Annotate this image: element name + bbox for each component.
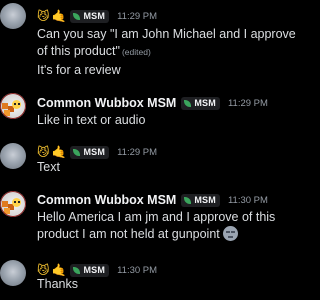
server-tag-label: MSM (194, 98, 216, 108)
message-text: Text (37, 160, 60, 174)
server-tag-label: MSM (83, 265, 106, 275)
chat-message: 😼 🤙 MSM 11:29 PM Can you say "I am John … (0, 0, 300, 82)
server-tag-badge[interactable]: MSM (181, 193, 220, 207)
username[interactable]: Common Wubbox MSM (37, 193, 176, 207)
cat-emoji-icon[interactable]: 😼 (37, 8, 50, 24)
message-timestamp[interactable]: 11:30 PM (117, 265, 157, 276)
server-tag-badge[interactable]: MSM (70, 263, 110, 277)
message-text: Thanks (37, 277, 78, 291)
message-header: 😼 🤙 MSM 11:29 PM (37, 144, 157, 160)
server-tag-badge[interactable]: MSM (70, 9, 110, 23)
call-me-hand-emoji-icon[interactable]: 🤙 (52, 144, 67, 160)
message-header: Common Wubbox MSM MSM 11:29 PM (37, 95, 268, 111)
message-text: Hello America I am jm and I approve of t… (37, 209, 300, 243)
user-avatar[interactable] (0, 3, 26, 29)
chat-message-list: 😼 🤙 MSM 11:29 PM Can you say "I am John … (0, 0, 300, 300)
cat-emoji-icon[interactable]: 😼 (37, 144, 50, 160)
chat-message: Common Wubbox MSM MSM 11:30 PM Hello Ame… (0, 186, 300, 250)
chat-message: Common Wubbox MSM MSM 11:29 PM Like in t… (0, 88, 300, 132)
leaf-icon (184, 99, 192, 107)
message-text-continuation: It's for a review (37, 63, 121, 77)
message-timestamp[interactable]: 11:29 PM (228, 98, 268, 109)
server-tag-badge[interactable]: MSM (181, 96, 220, 110)
server-tag-label: MSM (194, 195, 216, 205)
leaf-icon (73, 266, 81, 274)
server-tag-label: MSM (83, 11, 106, 21)
server-tag-label: MSM (83, 147, 106, 157)
edited-indicator: (edited) (121, 47, 151, 57)
message-header: Common Wubbox MSM MSM 11:30 PM (37, 192, 268, 208)
message-text: Like in text or audio (37, 113, 146, 127)
user-avatar[interactable] (0, 260, 26, 286)
user-avatar[interactable] (0, 143, 26, 169)
message-body: Can you say "I am John Michael and I app… (37, 27, 296, 58)
leaf-icon (73, 12, 81, 20)
wubbox-avatar[interactable] (0, 93, 26, 119)
message-body: Hello America I am jm and I approve of t… (37, 210, 276, 241)
leaf-icon (184, 196, 192, 204)
message-timestamp[interactable]: 11:30 PM (228, 195, 268, 206)
leaf-icon (73, 148, 81, 156)
wubbox-avatar[interactable] (0, 191, 26, 217)
server-tag-badge[interactable]: MSM (70, 145, 110, 159)
message-text: Can you say "I am John Michael and I app… (37, 26, 300, 61)
call-me-hand-emoji-icon[interactable]: 🤙 (52, 8, 67, 24)
message-timestamp[interactable]: 11:29 PM (117, 147, 157, 158)
message-timestamp[interactable]: 11:29 PM (117, 11, 157, 22)
chat-message: 😼 🤙 MSM 11:29 PM Text (0, 138, 300, 182)
chat-message: 😼 🤙 MSM 11:30 PM Thanks (0, 256, 300, 300)
username[interactable]: Common Wubbox MSM (37, 96, 176, 110)
neutral-face-emoji-icon[interactable] (222, 226, 238, 241)
message-header: 😼 🤙 MSM 11:29 PM (37, 8, 157, 24)
